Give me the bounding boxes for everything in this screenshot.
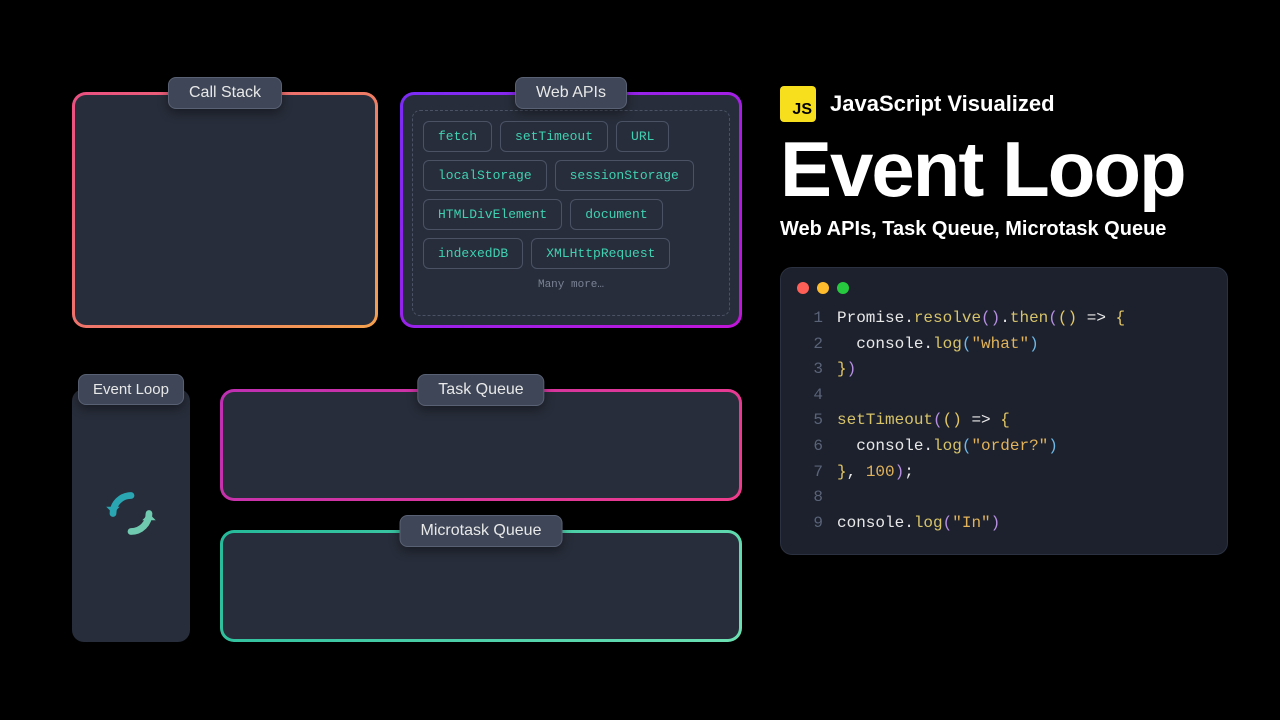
line-number: 4 [797, 383, 823, 409]
js-logo-icon: JS [780, 86, 816, 122]
line-number: 9 [797, 511, 823, 537]
web-api-chip: localStorage [423, 160, 547, 191]
window-controls [797, 282, 1211, 294]
code-block: 1 Promise.resolve().then(() => { 2 console… [797, 306, 1211, 536]
task-queue-panel: Task Queue [220, 389, 742, 501]
maximize-icon [837, 282, 849, 294]
code-line: console.log("order?") [837, 434, 1211, 460]
web-api-chip: XMLHttpRequest [531, 238, 670, 269]
call-stack-panel: Call Stack [72, 92, 378, 328]
code-line: }) [837, 357, 1211, 383]
web-apis-body: fetch setTimeout URL localStorage sessionSto… [403, 95, 739, 325]
code-editor: 1 Promise.resolve().then(() => { 2 console… [780, 267, 1228, 555]
web-api-chip: indexedDB [423, 238, 523, 269]
event-loop-panel: Event Loop [72, 389, 190, 642]
code-line: Promise.resolve().then(() => { [837, 306, 1211, 332]
line-number: 5 [797, 408, 823, 434]
headline: Event Loop [780, 132, 1228, 206]
web-apis-grid: fetch setTimeout URL localStorage sessionSto… [412, 110, 730, 316]
refresh-loop-icon [104, 486, 158, 545]
line-number: 6 [797, 434, 823, 460]
code-line: console.log("In") [837, 511, 1211, 537]
event-loop-label: Event Loop [78, 374, 184, 405]
web-api-chip: sessionStorage [555, 160, 694, 191]
brand-text: JavaScript Visualized [830, 91, 1055, 117]
web-api-chip: URL [616, 121, 669, 152]
line-number: 1 [797, 306, 823, 332]
microtask-queue-label: Microtask Queue [400, 515, 563, 547]
line-number: 8 [797, 485, 823, 511]
close-icon [797, 282, 809, 294]
right-column: JS JavaScript Visualized Event Loop Web … [780, 86, 1228, 555]
microtask-queue-body [223, 533, 739, 639]
web-api-chip: fetch [423, 121, 492, 152]
web-api-chip: document [570, 199, 662, 230]
code-line: }, 100); [837, 460, 1211, 486]
line-number: 3 [797, 357, 823, 383]
line-number: 2 [797, 332, 823, 358]
web-api-chip: HTMLDivElement [423, 199, 562, 230]
web-api-more: Many more… [423, 277, 719, 291]
code-line: console.log("what") [837, 332, 1211, 358]
minimize-icon [817, 282, 829, 294]
web-api-chip: setTimeout [500, 121, 608, 152]
code-line [837, 383, 1211, 409]
code-line [837, 485, 1211, 511]
call-stack-body [75, 95, 375, 325]
web-apis-label: Web APIs [515, 77, 627, 109]
task-queue-label: Task Queue [417, 374, 544, 406]
brand-row: JS JavaScript Visualized [780, 86, 1228, 122]
code-line: setTimeout(() => { [837, 408, 1211, 434]
web-apis-panel: Web APIs fetchsetTimeoutURLlocalStorages… [400, 92, 742, 328]
task-queue-body [223, 392, 739, 498]
call-stack-label: Call Stack [168, 77, 282, 109]
subhead: Web APIs, Task Queue, Microtask Queue [780, 218, 1228, 241]
diagram-canvas: Call Stack Web APIs fetch setTimeout URL lo… [0, 0, 1280, 720]
line-number: 7 [797, 460, 823, 486]
microtask-queue-panel: Microtask Queue [220, 530, 742, 642]
